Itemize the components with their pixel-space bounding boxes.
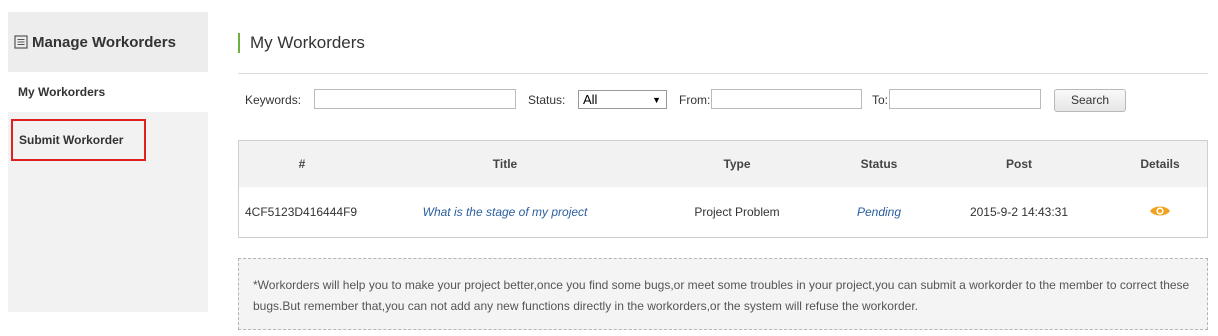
eye-icon[interactable] <box>1149 204 1171 221</box>
cell-id: 4CF5123D416444F9 <box>245 205 358 219</box>
sidebar-item-my-workorders[interactable]: My Workorders <box>8 72 208 112</box>
status-label: Status: <box>528 93 566 107</box>
page-title-wrap: My Workorders <box>238 33 365 53</box>
workorder-title-link[interactable]: What is the stage of my project <box>423 205 588 219</box>
info-note: *Workorders will help you to make your p… <box>238 258 1208 330</box>
column-header-title: Title <box>492 157 518 171</box>
sidebar-item-submit-workorder[interactable]: Submit Workorder <box>11 119 146 161</box>
sidebar-title: Manage Workorders <box>32 33 176 51</box>
from-label: From: <box>679 93 711 107</box>
status-select[interactable]: All ▼ <box>578 90 667 109</box>
page-title: My Workorders <box>250 33 365 52</box>
cell-title: What is the stage of my project <box>405 187 605 237</box>
column-header-post: Post <box>1005 157 1032 171</box>
status-select-value: All <box>583 92 598 107</box>
to-date-input[interactable] <box>889 89 1041 109</box>
table-row: 4CF5123D416444F9 What is the stage of my… <box>239 187 1207 237</box>
table-header: # Title Type Status Post Details <box>239 141 1207 187</box>
sidebar: Manage Workorders My Workorders Submit W… <box>8 12 208 312</box>
column-header-status: Status <box>860 157 898 171</box>
column-header-details: Details <box>1140 157 1180 171</box>
cell-status: Pending <box>829 187 929 237</box>
cell-details <box>1119 187 1201 237</box>
from-date-input[interactable] <box>711 89 862 109</box>
keywords-label: Keywords: <box>245 93 302 107</box>
to-label: To: <box>872 93 889 107</box>
dropdown-arrow-icon: ▼ <box>652 94 661 105</box>
list-icon <box>14 35 28 49</box>
cell-post: 2015-9-2 14:43:31 <box>969 205 1069 219</box>
sidebar-header: Manage Workorders <box>8 12 208 72</box>
column-header-id: # <box>298 157 306 171</box>
workorders-table: # Title Type Status Post Details 4CF5123… <box>238 140 1208 238</box>
column-header-type: Type <box>723 157 751 171</box>
divider <box>238 73 1208 74</box>
search-button[interactable]: Search <box>1054 89 1126 112</box>
status-value: Pending <box>856 205 902 219</box>
keywords-input[interactable] <box>314 89 516 109</box>
cell-type: Project Problem <box>694 205 780 219</box>
